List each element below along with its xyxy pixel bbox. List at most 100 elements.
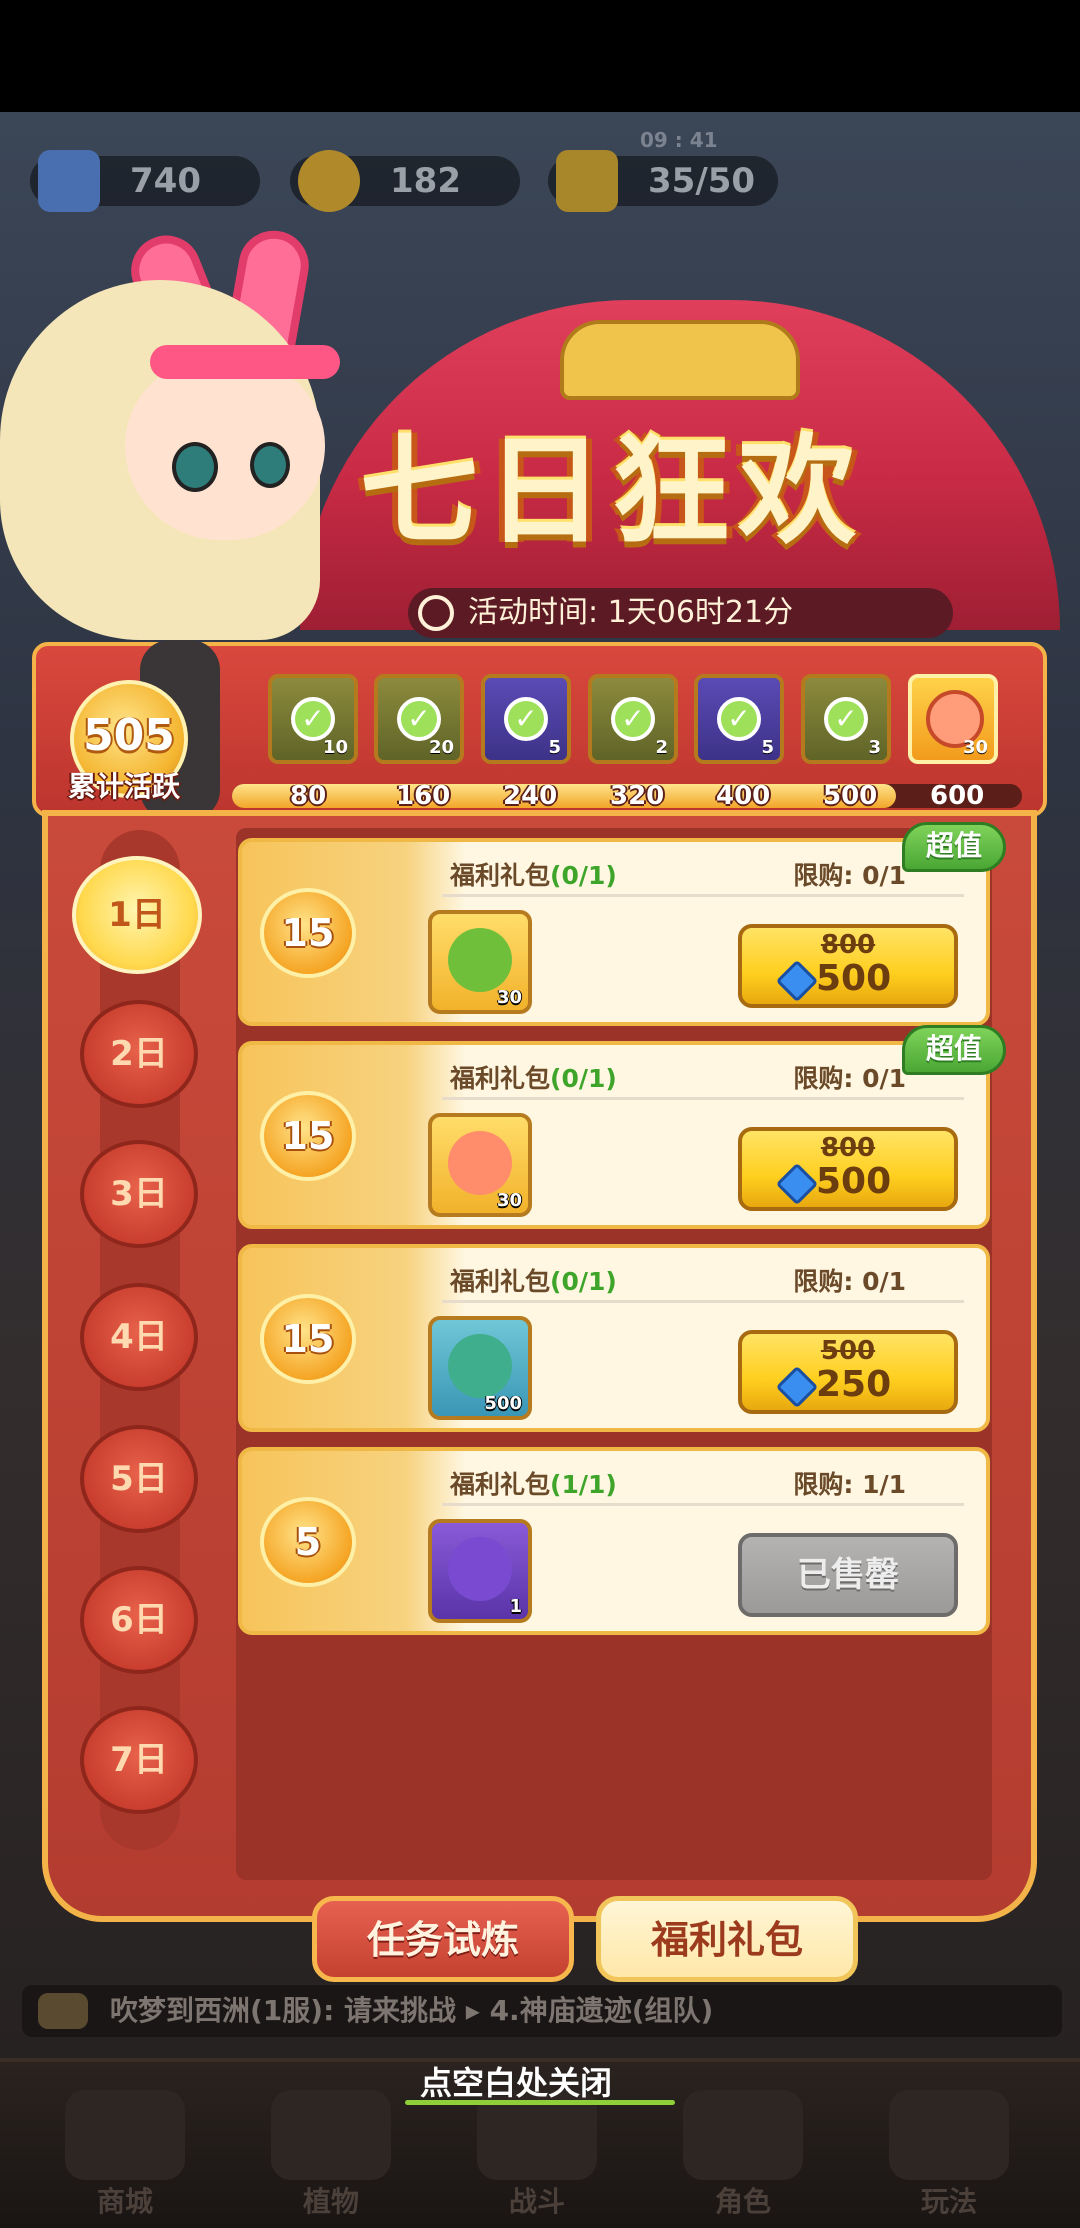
- milestone-reward-count: 3: [868, 737, 881, 758]
- energy-value: 35/50: [648, 161, 756, 201]
- diamond-icon: [38, 150, 100, 212]
- checkmark-icon: ✓: [397, 697, 441, 741]
- nav-art-icon: [65, 2090, 185, 2180]
- reward-item-icon[interactable]: 500: [428, 1316, 532, 1420]
- reward-item-icon[interactable]: 1: [428, 1519, 532, 1623]
- coin-icon: [298, 150, 360, 212]
- package-progress: (0/1): [550, 861, 617, 890]
- best-value-tag: 超值: [902, 822, 1006, 872]
- character-eye: [172, 442, 218, 492]
- diamond-icon: [775, 1365, 819, 1409]
- nav-item-3[interactable]: 战斗: [462, 2180, 612, 2220]
- nav-art-icon: [683, 2090, 803, 2180]
- original-price: 800: [820, 930, 876, 960]
- close-hint-underline: [405, 2100, 675, 2105]
- chat-bubble-icon: [38, 1993, 88, 2029]
- package-name: 福利礼包(1/1): [450, 1465, 617, 1501]
- milestone-threshold: 80: [290, 781, 327, 811]
- original-price: 800: [820, 1133, 876, 1163]
- day-tab-1[interactable]: 1日: [72, 856, 202, 974]
- tab-welfare-package[interactable]: 福利礼包: [596, 1896, 858, 1982]
- checkmark-icon: ✓: [611, 697, 655, 741]
- energy-timer: 09 : 41: [640, 128, 718, 152]
- reward-item-count: 30: [496, 987, 522, 1008]
- reward-item-art: [448, 1537, 512, 1601]
- reward-item-count: 30: [496, 1190, 522, 1211]
- chat-ticker[interactable]: 吹梦到西洲(1服): 请来挑战 ▸ 4.神庙遗迹(组队): [22, 1985, 1062, 2037]
- nav-art-icon: [889, 2090, 1009, 2180]
- event-timer: 活动时间: 1天06时21分: [408, 588, 953, 638]
- activity-points-coin: 5: [260, 1497, 356, 1587]
- milestone-reward[interactable]: ✓ 3: [801, 674, 891, 764]
- crown-ornament: [560, 320, 800, 400]
- buy-button[interactable]: 800 500: [738, 924, 958, 1008]
- diamond-icon: [775, 1162, 819, 1206]
- milestone-threshold: 500: [823, 781, 878, 811]
- milestone-reward-count: 10: [322, 737, 348, 758]
- package-card: 15 福利礼包(0/1) 限购: 0/1 30 800 500 超值: [238, 1025, 1006, 1229]
- day-tab-7[interactable]: 7日: [80, 1706, 198, 1814]
- milestone-reward-count: 5: [761, 737, 774, 758]
- coin-value: 182: [390, 161, 461, 201]
- event-title: 七日狂欢: [360, 422, 865, 560]
- package-card: 15 福利礼包(0/1) 限购: 0/1 500 500 250: [238, 1244, 990, 1432]
- reward-item-art: [448, 1334, 512, 1398]
- checkmark-icon: ✓: [824, 697, 868, 741]
- activity-points-label: 累计活跃: [68, 770, 181, 803]
- diamond-counter[interactable]: 740: [30, 150, 260, 212]
- divider: [442, 1300, 964, 1303]
- package-name-label: 福利礼包: [450, 861, 551, 890]
- original-price: 500: [820, 1336, 876, 1366]
- reward-item-icon[interactable]: 30: [428, 910, 532, 1014]
- energy-counter[interactable]: 35/50: [548, 150, 778, 212]
- character-headband: [150, 345, 340, 379]
- nav-art-icon: [271, 2090, 391, 2180]
- reward-item-count: 500: [484, 1393, 522, 1414]
- close-hint[interactable]: 点空白处关闭: [420, 2058, 612, 2104]
- divider: [442, 894, 964, 897]
- milestone-reward[interactable]: ✓ 10: [268, 674, 358, 764]
- day-tab-4[interactable]: 4日: [80, 1283, 198, 1391]
- milestone-threshold: 160: [396, 781, 451, 811]
- reward-item-icon[interactable]: 30: [428, 1113, 532, 1217]
- divider: [442, 1503, 964, 1506]
- milestone-reward[interactable]: ✓ 20: [374, 674, 464, 764]
- package-card: 5 福利礼包(1/1) 限购: 1/1 1 已售罄: [238, 1447, 990, 1635]
- package-progress: (1/1): [550, 1470, 617, 1499]
- day-tab-6[interactable]: 6日: [80, 1566, 198, 1674]
- package-name: 福利礼包(0/1): [450, 1262, 617, 1298]
- reward-item-count: 1: [509, 1596, 522, 1617]
- reward-item-art: [448, 928, 512, 992]
- sale-price: 500: [816, 958, 892, 999]
- character-face: [125, 360, 325, 540]
- milestone-reward[interactable]: ✓ 5: [694, 674, 784, 764]
- nav-item-2[interactable]: 植物: [256, 2180, 406, 2220]
- day-tab-5[interactable]: 5日: [80, 1425, 198, 1533]
- tab-task-trial[interactable]: 任务试炼: [312, 1896, 574, 1982]
- sold-out-button: 已售罄: [738, 1533, 958, 1617]
- lightning-icon: [556, 150, 618, 212]
- package-progress: (0/1): [550, 1064, 617, 1093]
- milestone-reward-count: 20: [428, 737, 454, 758]
- buy-button[interactable]: 800 500: [738, 1127, 958, 1211]
- coin-counter[interactable]: 182: [290, 150, 520, 212]
- milestone-threshold: 400: [716, 781, 771, 811]
- milestone-threshold: 600: [930, 781, 985, 811]
- nav-item-4[interactable]: 角色: [668, 2180, 818, 2220]
- character-eye: [250, 442, 290, 488]
- day-tab-3[interactable]: 3日: [80, 1140, 198, 1248]
- nav-item-5[interactable]: 玩法: [874, 2180, 1024, 2220]
- chat-message: 吹梦到西洲(1服): 请来挑战 ▸ 4.神庙遗迹(组队): [110, 1994, 714, 2027]
- package-progress: (0/1): [550, 1267, 617, 1296]
- event-time-label: 活动时间: 1天06时21分: [468, 595, 794, 630]
- package-name-label: 福利礼包: [450, 1267, 551, 1296]
- clock-icon: [418, 595, 454, 631]
- milestone-reward[interactable]: ✓ 5: [481, 674, 571, 764]
- day-tab-2[interactable]: 2日: [80, 1000, 198, 1108]
- milestone-threshold: 320: [610, 781, 665, 811]
- package-name-label: 福利礼包: [450, 1064, 551, 1093]
- buy-button[interactable]: 500 250: [738, 1330, 958, 1414]
- milestone-reward[interactable]: ✓ 2: [588, 674, 678, 764]
- nav-item-1[interactable]: 商城: [50, 2180, 200, 2220]
- milestone-reward[interactable]: 30: [908, 674, 998, 764]
